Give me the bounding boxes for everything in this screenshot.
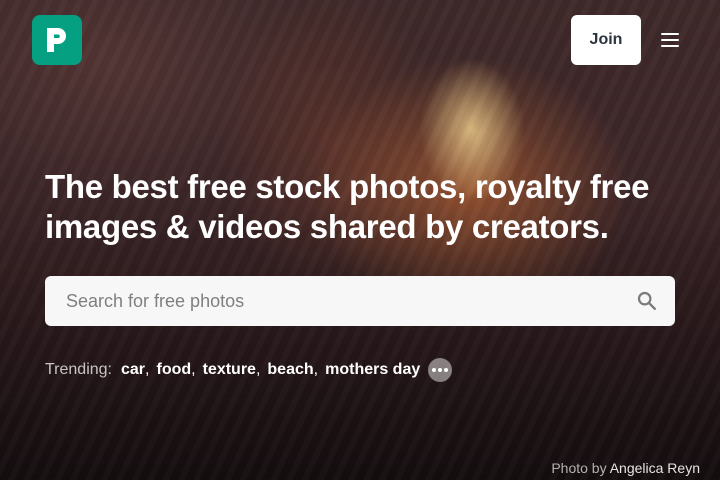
trending-link-car[interactable]: car bbox=[121, 361, 145, 379]
search-input[interactable] bbox=[45, 276, 619, 326]
photo-credit: Photo by Angelica Reyn bbox=[551, 460, 700, 476]
more-dots-icon[interactable] bbox=[428, 358, 453, 382]
hamburger-menu-icon[interactable] bbox=[657, 27, 683, 53]
join-button[interactable]: Join bbox=[571, 15, 641, 65]
trending-link-mothers-day[interactable]: mothers day bbox=[325, 361, 420, 379]
search-bar bbox=[45, 276, 675, 326]
trending-link-texture[interactable]: texture bbox=[203, 361, 256, 379]
trending-label: Trending: bbox=[45, 361, 112, 378]
credit-prefix: Photo by bbox=[551, 460, 607, 476]
headline-line-1: The best free stock photos, royalty free bbox=[45, 168, 650, 205]
trending-link-beach[interactable]: beach bbox=[267, 361, 313, 379]
trending-link-food[interactable]: food bbox=[156, 361, 191, 379]
hero-headline: The best free stock photos, royalty free… bbox=[45, 167, 685, 247]
trending-searches: Trending: car, food, texture, beach, mot… bbox=[45, 357, 453, 383]
headline-line-2: images & videos shared by creators. bbox=[45, 208, 609, 245]
search-icon[interactable] bbox=[619, 276, 675, 326]
credit-author-link[interactable]: Angelica Reyn bbox=[610, 460, 700, 476]
pexels-logo-icon[interactable] bbox=[32, 15, 82, 65]
